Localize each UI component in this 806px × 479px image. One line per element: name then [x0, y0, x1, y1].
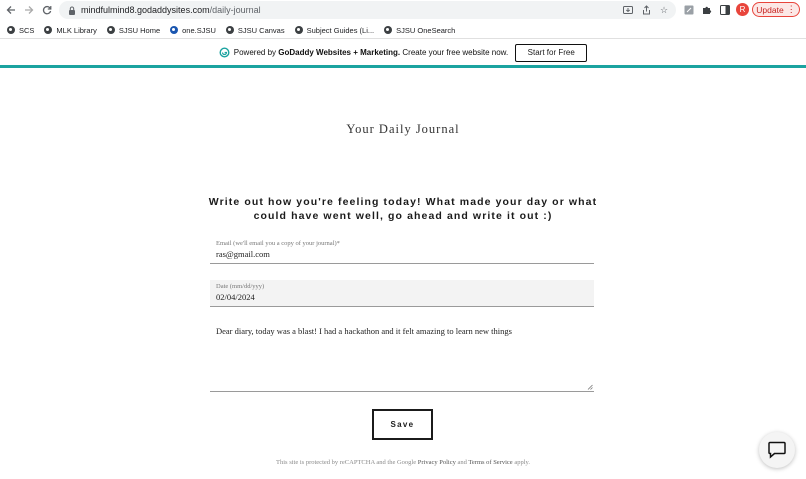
banner-suffix: Create your free website now.: [402, 48, 509, 57]
install-app-icon[interactable]: [622, 4, 634, 16]
bookmark-subject-guides[interactable]: Subject Guides (Li...: [294, 25, 375, 35]
address-bar[interactable]: mindfulmind8.godaddysites.com/daily-jour…: [59, 1, 676, 19]
bookmark-label: SJSU OneSearch: [396, 25, 456, 35]
date-label: Date (mm/dd/yyy): [216, 283, 265, 290]
extension-pencil-icon[interactable]: [683, 3, 695, 16]
email-field[interactable]: Email (we'll email you a copy of your jo…: [210, 237, 594, 264]
resize-handle-icon[interactable]: [587, 384, 593, 390]
chat-button[interactable]: [759, 432, 795, 468]
recaptcha-prefix: This site is protected by reCAPTCHA and …: [276, 459, 417, 466]
reload-button[interactable]: [38, 1, 56, 19]
bookmark-label: SJSU Home: [118, 25, 161, 35]
journal-prompt: Write out how you're feeling today! What…: [208, 196, 598, 222]
more-menu-icon: ⋮: [786, 4, 796, 14]
profile-avatar[interactable]: R: [736, 3, 749, 16]
forward-button[interactable]: [20, 1, 38, 19]
bookmarks-bar: SCS MLK Library SJSU Home one.SJSU SJSU …: [0, 22, 806, 39]
recaptcha-notice: This site is protected by reCAPTCHA and …: [0, 459, 806, 466]
bookmark-label: MLK Library: [56, 25, 97, 35]
update-label: Update: [756, 4, 784, 15]
browser-toolbar: mindfulmind8.godaddysites.com/daily-jour…: [0, 0, 806, 20]
forward-arrow-icon: [25, 6, 34, 14]
update-button[interactable]: Update ⋮: [752, 2, 800, 17]
email-label: Email (we'll email you a copy of your jo…: [216, 240, 340, 247]
url-path: /daily-journal: [209, 5, 261, 15]
godaddy-banner: Powered by GoDaddy Websites + Marketing.…: [0, 40, 806, 65]
banner-divider: [0, 65, 806, 68]
email-value: ras@gmail.com: [216, 249, 270, 259]
banner-prefix: Powered by: [233, 48, 277, 57]
globe-icon: [44, 26, 53, 34]
bookmark-label: SJSU Canvas: [237, 25, 285, 35]
journal-entry-value: Dear diary, today was a blast! I had a h…: [216, 326, 512, 336]
save-button[interactable]: Save: [372, 409, 433, 440]
bookmark-sjsu-onesearch[interactable]: SJSU OneSearch: [384, 26, 455, 35]
page-title: Your Daily Journal: [346, 122, 460, 136]
recaptcha-apply: apply.: [514, 459, 530, 466]
globe-icon: [225, 26, 234, 34]
bookmark-scs[interactable]: SCS: [7, 26, 34, 35]
date-field[interactable]: Date (mm/dd/yyy) 02/04/2024: [210, 280, 594, 307]
globe-icon: [7, 26, 15, 34]
recaptcha-and: and: [457, 459, 467, 466]
globe-icon: [294, 26, 303, 34]
share-icon[interactable]: [640, 4, 652, 16]
chat-bubble-icon: [768, 441, 786, 459]
extensions-puzzle-icon[interactable]: [701, 3, 713, 16]
bookmark-mlk-library[interactable]: MLK Library: [44, 25, 97, 35]
journal-entry-textarea[interactable]: Dear diary, today was a blast! I had a h…: [210, 318, 594, 392]
bookmark-sjsu-canvas[interactable]: SJSU Canvas: [225, 25, 285, 35]
bookmark-one-sjsu[interactable]: one.SJSU: [170, 26, 216, 35]
bookmark-label: one.SJSU: [182, 25, 216, 35]
banner-text: Powered by GoDaddy Websites + Marketing.…: [234, 48, 508, 57]
privacy-policy-link[interactable]: Privacy Policy: [418, 459, 456, 466]
globe-icon: [384, 26, 393, 34]
bookmark-star-icon[interactable]: ☆: [658, 4, 670, 16]
godaddy-logo-icon: [219, 47, 230, 58]
url-host: mindfulmind8.godaddysites.com: [81, 5, 210, 15]
back-arrow-icon: [6, 6, 15, 14]
avatar-letter: R: [739, 5, 746, 14]
start-for-free-button[interactable]: Start for Free: [515, 43, 588, 62]
side-panel-icon[interactable]: [719, 3, 731, 16]
url-text: mindfulmind8.godaddysites.com/daily-jour…: [81, 5, 261, 15]
banner-brand: GoDaddy Websites + Marketing.: [278, 48, 401, 57]
terms-of-service-link[interactable]: Terms of Service: [468, 459, 512, 466]
sjsu-icon: [170, 26, 179, 34]
bookmark-sjsu-home[interactable]: SJSU Home: [106, 25, 161, 35]
date-value: 02/04/2024: [216, 292, 255, 302]
reload-icon: [42, 5, 52, 15]
back-button[interactable]: [2, 1, 20, 19]
bookmark-label: Subject Guides (Li...: [306, 25, 375, 35]
globe-icon: [106, 26, 115, 34]
site-info-icon[interactable]: [67, 5, 77, 15]
bookmark-label: SCS: [19, 25, 35, 35]
